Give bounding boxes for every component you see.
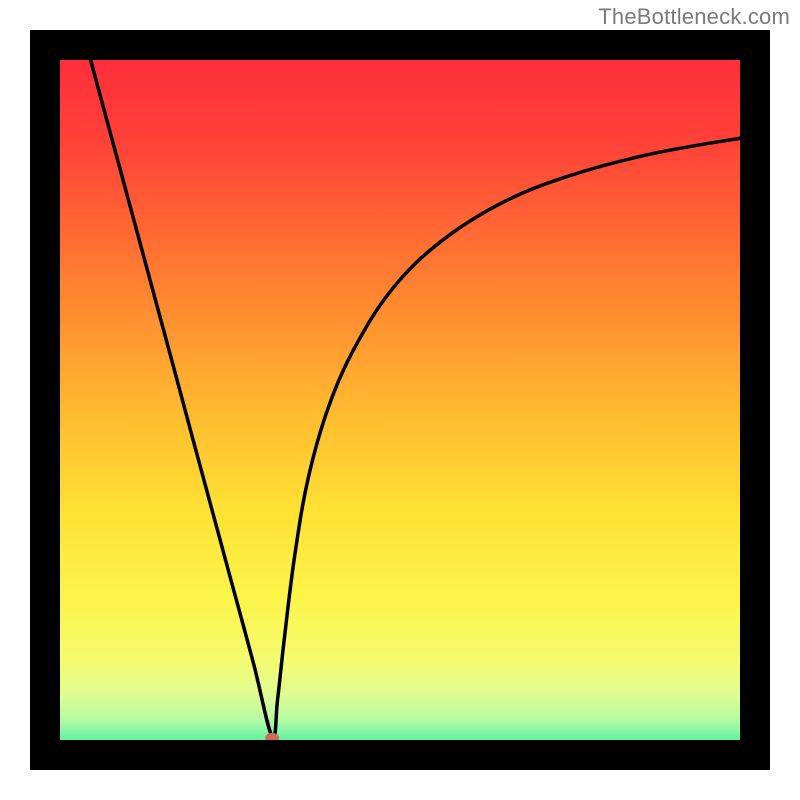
chart-svg — [0, 0, 800, 800]
plot-background — [45, 45, 755, 755]
chart-container: { "attribution": "TheBottleneck.com", "c… — [0, 0, 800, 800]
